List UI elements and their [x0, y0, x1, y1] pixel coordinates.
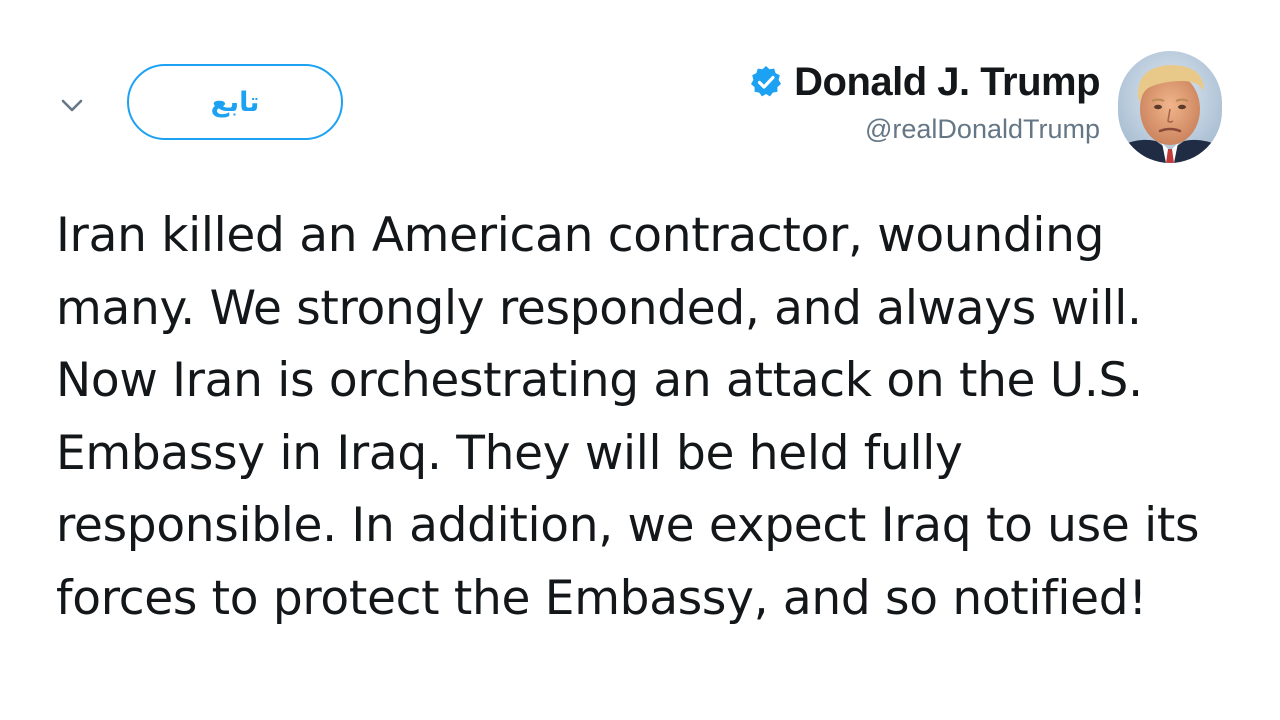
user-handle[interactable]: @realDonaldTrump [748, 114, 1100, 145]
tweet-card: تابع Donald J. Trump @realDonaldTrump Ir… [0, 0, 1280, 720]
avatar[interactable] [1118, 51, 1222, 163]
author-info[interactable]: Donald J. Trump @realDonaldTrump [748, 54, 1100, 145]
chevron-down-icon[interactable] [58, 92, 86, 120]
follow-button-label: تابع [210, 86, 260, 118]
display-name[interactable]: Donald J. Trump [794, 60, 1100, 105]
verified-badge-icon [751, 66, 782, 97]
name-row: Donald J. Trump [748, 54, 1100, 110]
follow-button[interactable]: تابع [127, 64, 343, 140]
profile-photo [1118, 51, 1222, 163]
tweet-text: Iran killed an American contractor, woun… [56, 208, 1200, 626]
